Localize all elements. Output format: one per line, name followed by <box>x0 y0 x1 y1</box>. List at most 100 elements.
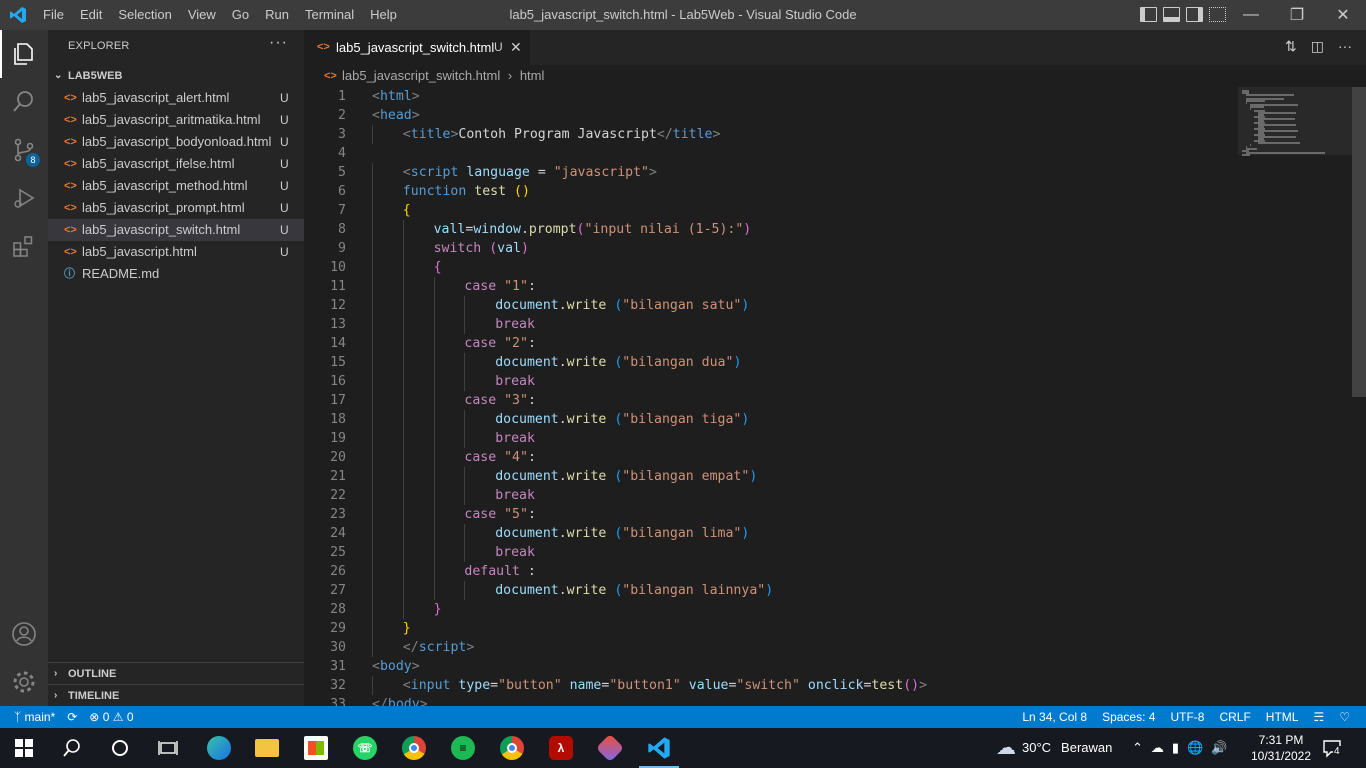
code-line[interactable]: 27 document.write ("bilangan lainnya") <box>304 581 1244 600</box>
windows-start-icon[interactable] <box>0 728 48 768</box>
explorer-icon[interactable] <box>0 30 48 78</box>
menu-selection[interactable]: Selection <box>110 0 179 30</box>
tab-active[interactable]: <> lab5_javascript_switch.html U ✕ <box>304 30 530 65</box>
code-line[interactable]: 3 <title>Contoh Program Javascript</title… <box>304 125 1244 144</box>
weather-widget[interactable]: ☁ 30°C Berawan <box>996 728 1112 768</box>
cortana-icon[interactable] <box>96 728 144 768</box>
toggle-primary-sidebar-icon[interactable] <box>1140 7 1157 22</box>
code-line[interactable]: 30 </script> <box>304 638 1244 657</box>
problems-indicator[interactable]: ⊗ 0 ⚠ 0 <box>89 706 133 728</box>
breadcrumb-file[interactable]: lab5_javascript_switch.html <box>342 68 500 83</box>
code-line[interactable]: 5 <script language = "javascript"> <box>304 163 1244 182</box>
file-item[interactable]: <> lab5_javascript_prompt.html U <box>48 197 304 219</box>
more-actions-icon[interactable]: ··· <box>1338 38 1352 55</box>
menu-file[interactable]: File <box>35 0 72 30</box>
code-line[interactable]: 2 <head> <box>304 106 1244 125</box>
outline-section[interactable]: › OUTLINE <box>48 662 304 684</box>
code-line[interactable]: 7{ <box>304 201 1244 220</box>
code-line[interactable]: 12 document.write ("bilangan satu") <box>304 296 1244 315</box>
chrome-profile-icon[interactable] <box>488 728 536 768</box>
menu-view[interactable]: View <box>180 0 224 30</box>
vscode-taskbar-icon[interactable] <box>635 728 683 768</box>
clock[interactable]: 7:31 PM 10/31/2022 <box>1250 732 1312 764</box>
code-line[interactable]: 18 document.write ("bilangan tiga") <box>304 410 1244 429</box>
code-line[interactable]: 15 document.write ("bilangan dua") <box>304 353 1244 372</box>
workspace-folder[interactable]: ⌄ LAB5WEB <box>48 65 304 87</box>
code-line[interactable]: 4 <box>304 144 1244 163</box>
minimize-icon[interactable]: — <box>1228 0 1274 30</box>
notifications-bell-icon[interactable]: ♡ <box>1339 706 1350 728</box>
code-line[interactable]: 21 document.write ("bilangan empat") <box>304 467 1244 486</box>
chevron-up-icon[interactable]: ⌃ <box>1132 740 1143 756</box>
code-line[interactable]: 25 break <box>304 543 1244 562</box>
chrome-icon[interactable] <box>390 728 438 768</box>
vscode-logo-icon[interactable] <box>9 6 27 24</box>
acrobat-icon[interactable]: λ <box>537 728 585 768</box>
toggle-secondary-sidebar-icon[interactable] <box>1186 7 1203 22</box>
more-actions-icon[interactable]: ··· <box>269 34 288 52</box>
file-item[interactable]: ⓘ README.md <box>48 263 304 285</box>
code-line[interactable]: 13 break <box>304 315 1244 334</box>
code-line[interactable]: 28} <box>304 600 1244 619</box>
code-editor[interactable]: 1 <html> 2 <head> 3 <title>Contoh Program Jav… <box>304 87 1366 706</box>
code-line[interactable]: 1 <html> <box>304 87 1244 106</box>
accounts-icon[interactable] <box>0 610 48 658</box>
file-item[interactable]: <> lab5_javascript.html U <box>48 241 304 263</box>
file-explorer-icon[interactable] <box>243 728 291 768</box>
restore-icon[interactable]: ❐ <box>1274 0 1320 30</box>
menu-go[interactable]: Go <box>224 0 257 30</box>
code-line[interactable]: 6 function test () <box>304 182 1244 201</box>
file-item[interactable]: <> lab5_javascript_aritmatika.html U <box>48 109 304 131</box>
menu-run[interactable]: Run <box>257 0 297 30</box>
task-view-icon[interactable] <box>144 728 192 768</box>
search-icon[interactable] <box>0 78 48 126</box>
code-line[interactable]: 24 document.write ("bilangan lima") <box>304 524 1244 543</box>
taskbar-search-icon[interactable] <box>48 728 96 768</box>
code-line[interactable]: 26 default : <box>304 562 1244 581</box>
extensions-icon[interactable] <box>0 222 48 270</box>
split-editor-icon[interactable]: ◫ <box>1311 38 1324 55</box>
source-control-icon[interactable]: 8 <box>0 126 48 174</box>
code-line[interactable]: 29} <box>304 619 1244 638</box>
cursor-position[interactable]: Ln 34, Col 8 <box>1022 706 1087 728</box>
spotify-icon[interactable]: ≡ <box>439 728 487 768</box>
action-center-icon[interactable]: 4 <box>1322 738 1342 758</box>
code-line[interactable]: 10 { <box>304 258 1244 277</box>
open-changes-icon[interactable]: ⇅ <box>1285 38 1297 55</box>
code-line[interactable]: 9 switch (val) <box>304 239 1244 258</box>
close-window-icon[interactable]: ✕ <box>1320 0 1366 30</box>
breadcrumb-node[interactable]: html <box>520 68 545 83</box>
network-sharing-icon[interactable]: ☁ <box>1151 740 1164 756</box>
code-line[interactable]: 16 break <box>304 372 1244 391</box>
menu-edit[interactable]: Edit <box>72 0 110 30</box>
file-item[interactable]: <> lab5_javascript_ifelse.html U <box>48 153 304 175</box>
file-item-selected[interactable]: <> lab5_javascript_switch.html U <box>48 219 304 241</box>
git-branch[interactable]: ᛉ main* <box>14 706 55 728</box>
globe-icon[interactable]: 🌐 <box>1187 740 1203 756</box>
line-ending[interactable]: CRLF <box>1219 706 1250 728</box>
close-tab-icon[interactable]: ✕ <box>510 30 522 65</box>
timeline-section[interactable]: › TIMELINE <box>48 684 304 706</box>
run-debug-icon[interactable] <box>0 174 48 222</box>
code-line[interactable]: 14 case "2": <box>304 334 1244 353</box>
code-line[interactable]: 33 </body> <box>304 695 1244 706</box>
code-line[interactable]: 17 case "3": <box>304 391 1244 410</box>
menu-terminal[interactable]: Terminal <box>297 0 362 30</box>
code-line[interactable]: 8 vall=window.prompt("input nilai (1-5):"… <box>304 220 1244 239</box>
customize-layout-icon[interactable] <box>1209 7 1226 22</box>
sync-icon[interactable]: ⟳ <box>67 706 77 728</box>
code-line[interactable]: 19 break <box>304 429 1244 448</box>
feedback-icon[interactable]: ☴ <box>1313 706 1324 728</box>
code-line[interactable]: 20 case "4": <box>304 448 1244 467</box>
menu-help[interactable]: Help <box>362 0 405 30</box>
battery-icon[interactable]: ▮ <box>1172 740 1179 756</box>
volume-icon[interactable]: 🔊 <box>1211 740 1227 756</box>
toggle-panel-icon[interactable] <box>1163 7 1180 22</box>
settings-gear-icon[interactable] <box>0 658 48 706</box>
encoding[interactable]: UTF-8 <box>1170 706 1204 728</box>
whatsapp-icon[interactable]: ☏ <box>341 728 389 768</box>
file-item[interactable]: <> lab5_javascript_method.html U <box>48 175 304 197</box>
code-line[interactable]: 31 <body> <box>304 657 1244 676</box>
minimap[interactable] <box>1238 87 1352 706</box>
code-line[interactable]: 32 <input type="button" name="button1" va… <box>304 676 1244 695</box>
